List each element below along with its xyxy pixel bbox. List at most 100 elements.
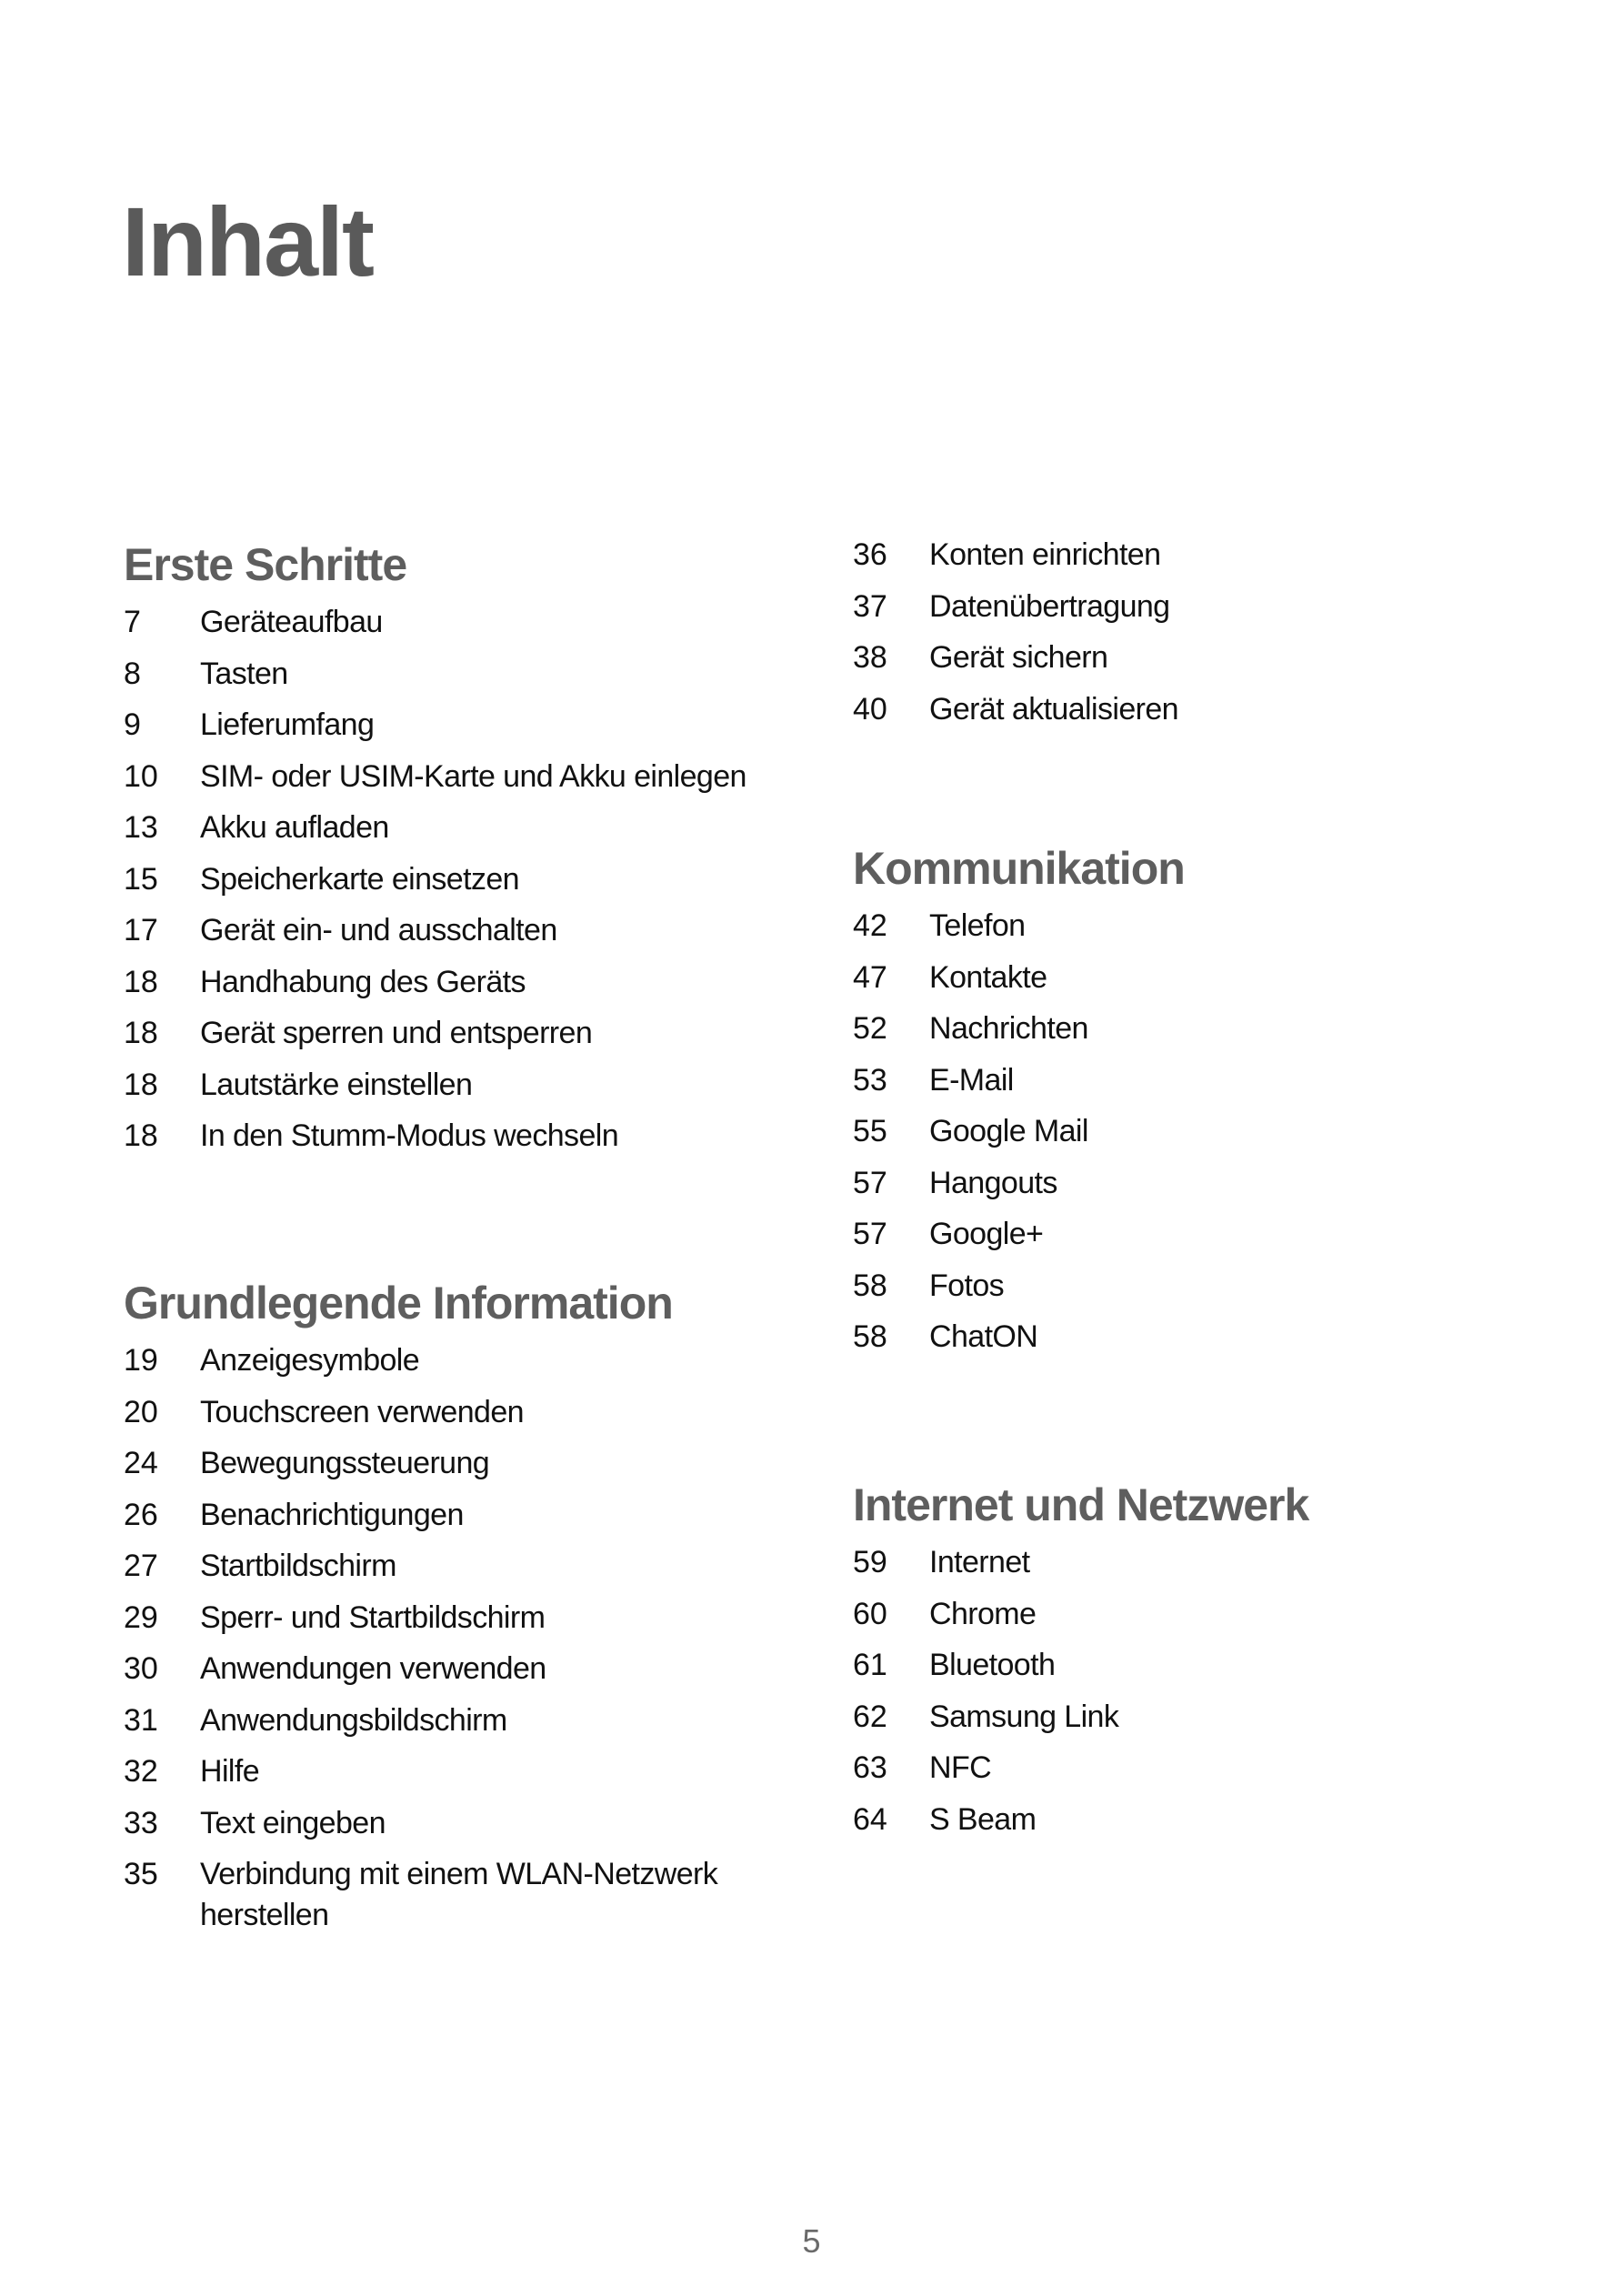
toc-entry[interactable]: 38 Gerät sichern bbox=[853, 637, 1178, 689]
toc-entry[interactable]: 18 In den Stumm-Modus wechseln bbox=[124, 1116, 746, 1168]
toc-entry[interactable]: 18 Gerät sperren und entsperren bbox=[124, 1013, 746, 1065]
toc-entry[interactable]: 62 Samsung Link bbox=[853, 1697, 1308, 1749]
toc-entry[interactable]: 59 Internet bbox=[853, 1542, 1308, 1594]
toc-entry[interactable]: 61 Bluetooth bbox=[853, 1645, 1308, 1697]
toc-page-number: 30 bbox=[124, 1651, 158, 1686]
toc-entry-label: Handhabung des Geräts bbox=[200, 964, 526, 999]
toc-entry[interactable]: 30 Anwendungen verwenden bbox=[124, 1649, 764, 1700]
toc-page-number: 27 bbox=[124, 1549, 158, 1583]
toc-entry-label: E-Mail bbox=[929, 1062, 1014, 1098]
toc-entry[interactable]: 55 Google Mail bbox=[853, 1111, 1185, 1163]
toc-entry[interactable]: 10 SIM- oder USIM-Karte und Akku einlegen bbox=[124, 757, 746, 808]
toc-entry[interactable]: 8 Tasten bbox=[124, 654, 746, 706]
toc-entry-label: Google+ bbox=[929, 1217, 1044, 1251]
toc-page-number: 58 bbox=[853, 1268, 887, 1303]
toc-page-number: 26 bbox=[124, 1497, 158, 1532]
toc-page-number: 57 bbox=[853, 1217, 887, 1251]
toc-entry[interactable]: 15 Speicherkarte einsetzen bbox=[124, 859, 746, 911]
toc-entry[interactable]: 26 Benachrichtigungen bbox=[124, 1495, 764, 1547]
toc-page-number: 19 bbox=[124, 1343, 158, 1378]
toc-entry-label: Konten einrichten bbox=[929, 537, 1161, 572]
toc-entry[interactable]: 7 Geräteaufbau bbox=[124, 602, 746, 654]
toc-entry[interactable]: 27 Startbildschirm bbox=[124, 1546, 764, 1598]
toc-entry-label: Lautstärke einstellen bbox=[200, 1067, 473, 1102]
toc-page-number: 7 bbox=[124, 605, 141, 639]
section-heading: Erste Schritte bbox=[124, 539, 407, 590]
toc-entry-label: Geräteaufbau bbox=[200, 605, 383, 639]
toc-entry-label: Tasten bbox=[200, 656, 288, 691]
page-number: 5 bbox=[802, 2222, 821, 2260]
toc-entry[interactable]: 42 Telefon bbox=[853, 906, 1185, 958]
toc-page-number: 57 bbox=[853, 1165, 887, 1200]
toc-entry-label: SIM- oder USIM-Karte und Akku einlegen bbox=[200, 758, 746, 794]
toc-entry-label: Nachrichten bbox=[929, 1011, 1088, 1046]
toc-entry[interactable]: 63 NFC bbox=[853, 1748, 1308, 1800]
section-heading: Grundlegende Information bbox=[124, 1278, 674, 1328]
toc-page-number: 18 bbox=[124, 1118, 158, 1153]
toc-entry[interactable]: 47 Kontakte bbox=[853, 958, 1185, 1009]
toc-page-number: 64 bbox=[853, 1801, 887, 1837]
toc-entry-label: Internet bbox=[929, 1545, 1030, 1579]
toc-entry[interactable]: 52 Nachrichten bbox=[853, 1008, 1185, 1060]
toc-entry[interactable]: 32 Hilfe bbox=[124, 1751, 764, 1803]
toc-entry[interactable]: 18 Handhabung des Geräts bbox=[124, 962, 746, 1014]
toc-page-number: 15 bbox=[124, 861, 158, 897]
toc-entry[interactable]: 31 Anwendungsbildschirm bbox=[124, 1700, 764, 1752]
toc-page-number: 29 bbox=[124, 1599, 158, 1635]
toc-entry[interactable]: 13 Akku aufladen bbox=[124, 807, 746, 859]
toc-page-number: 59 bbox=[853, 1545, 887, 1579]
toc-entry[interactable]: 58 ChatON bbox=[853, 1317, 1185, 1369]
toc-page-number: 42 bbox=[853, 908, 887, 943]
section-heading: Internet und Netzwerk bbox=[853, 1479, 1309, 1530]
toc-entry-label: Gerät sichern bbox=[929, 640, 1108, 675]
toc-entry[interactable]: 29 Sperr- und Startbildschirm bbox=[124, 1598, 764, 1649]
toc-entry-label: Gerät sperren und entsperren bbox=[200, 1016, 593, 1050]
toc-entry-label: Samsung Link bbox=[929, 1699, 1119, 1734]
toc-page-number: 31 bbox=[124, 1702, 158, 1738]
toc-entry[interactable]: 57 Hangouts bbox=[853, 1163, 1185, 1215]
toc-page-number: 47 bbox=[853, 959, 887, 995]
toc-page-number: 24 bbox=[124, 1446, 158, 1480]
toc-entry[interactable]: 60 Chrome bbox=[853, 1594, 1308, 1646]
toc-entry-label: Telefon bbox=[929, 908, 1026, 943]
toc-list: 19 Anzeigesymbole 20 Touchscreen verwenden 2… bbox=[124, 1340, 764, 1936]
toc-entry[interactable]: 58 Fotos bbox=[853, 1266, 1185, 1318]
toc-list: 7 Geräteaufbau 8 Tasten 9 Lieferumfang 10 SIM- … bbox=[124, 602, 746, 1168]
toc-page-number: 17 bbox=[124, 913, 158, 947]
toc-entry-label: Anzeigesymbole bbox=[200, 1343, 420, 1378]
toc-entry-label: Hangouts bbox=[929, 1165, 1057, 1200]
toc-entry[interactable]: 17 Gerät ein- und ausschalten bbox=[124, 910, 746, 962]
toc-entry[interactable]: 24 Bewegungssteuerung bbox=[124, 1443, 764, 1495]
toc-entry[interactable]: 40 Gerät aktualisieren bbox=[853, 689, 1179, 741]
toc-section-erste-schritte: Erste Schritte 7 Geräteaufbau 8 Tasten 9 Lief… bbox=[124, 536, 746, 1168]
toc-entry[interactable]: 36 Konten einrichten bbox=[853, 535, 1178, 587]
toc-entry[interactable]: 19 Anzeigesymbole bbox=[124, 1340, 764, 1392]
toc-entry[interactable]: 53 E-Mail bbox=[853, 1060, 1185, 1112]
toc-entry[interactable]: 35 Verbindung mit einem WLAN-Netzwerk her… bbox=[124, 1854, 764, 1936]
toc-page-number: 18 bbox=[124, 964, 158, 999]
toc-entry[interactable]: 9 Lieferumfang bbox=[124, 705, 746, 757]
toc-page-number: 61 bbox=[853, 1648, 887, 1682]
toc-entry-label: Fotos bbox=[929, 1268, 1005, 1303]
toc-entry[interactable]: 57 Google+ bbox=[853, 1214, 1185, 1266]
toc-page-number: 18 bbox=[124, 1016, 158, 1050]
toc-entry[interactable]: 64 S Beam bbox=[853, 1800, 1308, 1851]
toc-entry-label: Gerät aktualisieren bbox=[929, 691, 1179, 727]
toc-entry-label: Benachrichtigungen bbox=[200, 1497, 464, 1532]
toc-page-number: 9 bbox=[124, 707, 141, 742]
toc-entry[interactable]: 20 Touchscreen verwenden bbox=[124, 1392, 764, 1444]
toc-entry-label: Lieferumfang bbox=[200, 707, 375, 742]
toc-page-number: 38 bbox=[853, 640, 887, 675]
toc-entry[interactable]: 33 Text eingeben bbox=[124, 1803, 764, 1855]
toc-entry-label: Speicherkarte einsetzen bbox=[200, 861, 520, 897]
toc-entry-label: Gerät ein- und ausschalten bbox=[200, 913, 557, 947]
toc-page-number: 8 bbox=[124, 656, 141, 691]
toc-entry[interactable]: 37 Datenübertragung bbox=[853, 587, 1178, 638]
toc-page-number: 55 bbox=[853, 1114, 887, 1148]
toc-entry[interactable]: 18 Lautstärke einstellen bbox=[124, 1065, 746, 1117]
toc-page-number: 53 bbox=[853, 1062, 887, 1098]
toc-page-number: 62 bbox=[853, 1699, 887, 1734]
toc-entry-label: ChatON bbox=[929, 1319, 1038, 1354]
toc-entry-label: In den Stumm-Modus wechseln bbox=[200, 1118, 619, 1153]
toc-entry-label: NFC bbox=[929, 1750, 992, 1785]
